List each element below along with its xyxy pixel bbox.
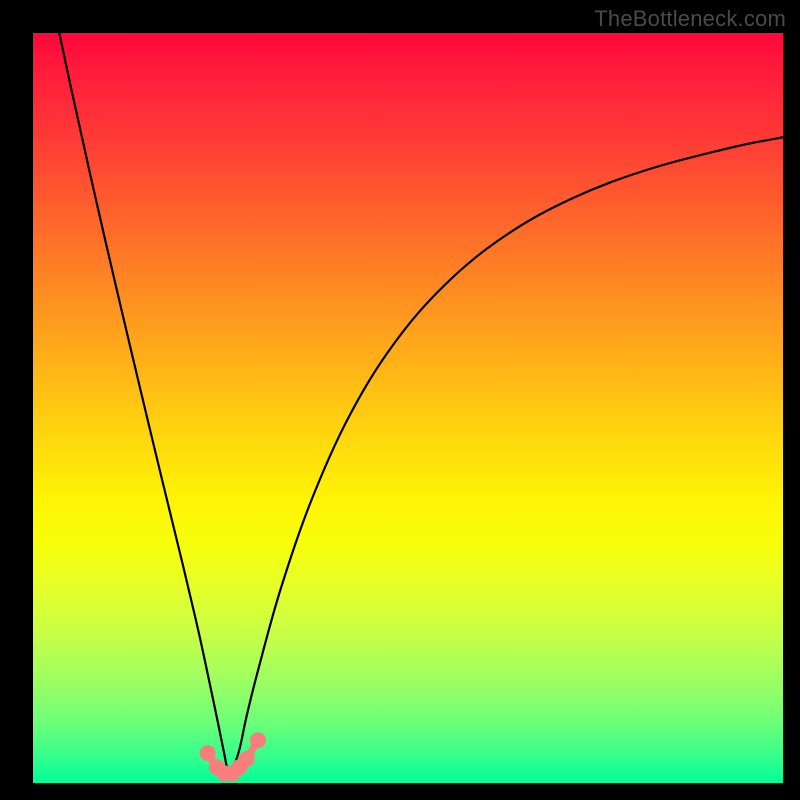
- highlight-marker: [216, 765, 232, 781]
- marker-connector-line: [208, 740, 258, 773]
- highlight-marker: [239, 751, 255, 767]
- highlight-marker: [200, 745, 216, 761]
- plot-area: [33, 33, 783, 783]
- highlight-marker: [209, 759, 225, 775]
- highlight-marker: [250, 732, 266, 748]
- watermark-text: TheBottleneck.com: [594, 6, 786, 32]
- highlight-marker: [231, 759, 247, 775]
- chart-frame: TheBottleneck.com: [0, 0, 800, 800]
- marker-group: [200, 732, 266, 781]
- curve-svg: [33, 33, 783, 783]
- bottleneck-curve-line: [59, 33, 783, 772]
- marker-connector-group: [208, 740, 258, 773]
- highlight-marker: [225, 765, 241, 781]
